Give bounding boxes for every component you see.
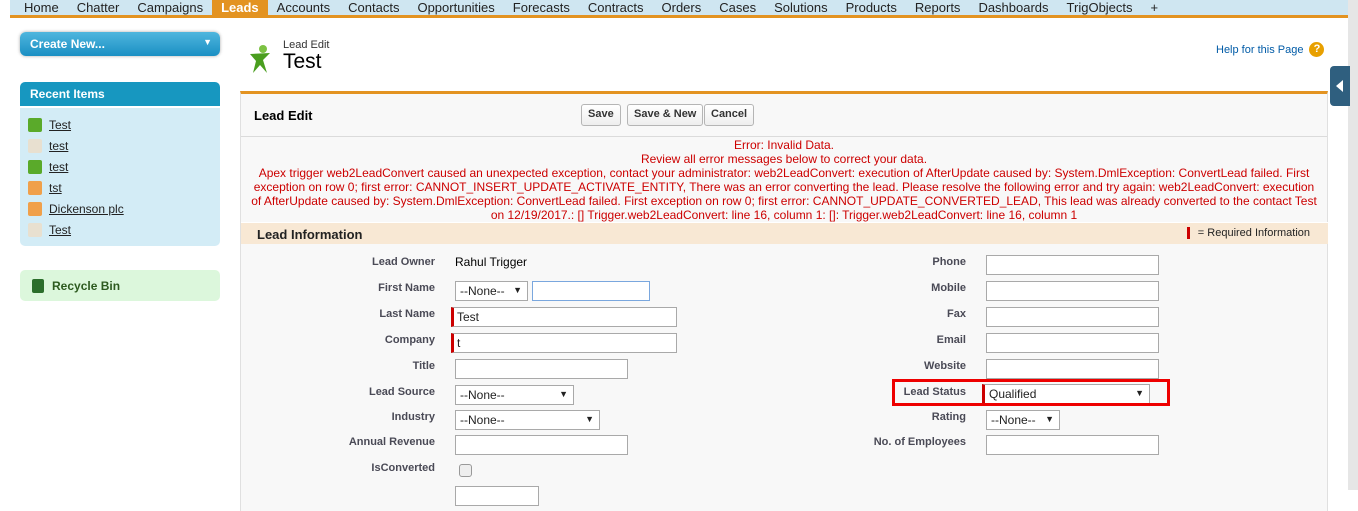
recent-item-link[interactable]: test [49, 139, 68, 153]
chevron-down-icon: ▼ [203, 37, 212, 47]
email-label: Email [936, 334, 966, 346]
account-icon [28, 180, 42, 195]
tab-opportunities[interactable]: Opportunities [408, 0, 503, 16]
first-name-input[interactable] [532, 281, 650, 301]
company-input[interactable]: t [451, 333, 677, 353]
follow-up-input[interactable] [455, 486, 539, 506]
phone-input[interactable] [986, 255, 1159, 275]
help-link[interactable]: Help for this Page? [1216, 42, 1325, 57]
lead-icon [250, 45, 270, 73]
tab-trigobjects[interactable]: TrigObjects [1058, 0, 1142, 16]
create-new-label: Create New... [30, 37, 105, 51]
recent-item-link[interactable]: test [49, 160, 68, 174]
recent-item-link[interactable]: tst [49, 181, 62, 195]
contact-icon [28, 222, 42, 237]
save-button[interactable]: Save [581, 104, 621, 126]
salutation-select[interactable]: --None-- [455, 281, 528, 301]
lead-information-section: Lead Information = Required Information [241, 222, 1328, 244]
is-converted-label: IsConverted [371, 462, 435, 474]
help-label: Help for this Page [1216, 43, 1304, 56]
account-icon [28, 201, 42, 216]
page-title: Test [283, 50, 322, 73]
mobile-input[interactable] [986, 281, 1159, 301]
recent-item-link[interactable]: Dickenson plc [49, 202, 124, 216]
tab-dashboards[interactable]: Dashboards [969, 0, 1057, 16]
sidebar-toggle-handle[interactable] [1330, 66, 1350, 106]
tab-home[interactable]: Home [10, 0, 68, 16]
recycle-bin-link[interactable]: Recycle Bin [20, 270, 220, 301]
nav-underline [10, 15, 1348, 18]
panel-title: Lead Edit [254, 108, 313, 123]
annual-revenue-input[interactable] [455, 435, 628, 455]
mobile-label: Mobile [931, 282, 966, 294]
save-new-button[interactable]: Save & New [627, 104, 704, 126]
lead-source-select[interactable]: --None-- [455, 385, 574, 405]
panel-header: Lead Edit Save Save & New Cancel [241, 94, 1327, 137]
recent-item[interactable]: Test [20, 114, 220, 135]
lead-icon [28, 117, 42, 132]
website-input[interactable] [986, 359, 1159, 379]
recent-items-title: Recent Items [20, 82, 220, 106]
error-title: Error: Invalid Data. [733, 138, 835, 152]
contact-icon [28, 138, 42, 153]
error-review: Review all error messages below to corre… [640, 152, 928, 166]
tab--[interactable]: + [1142, 0, 1168, 16]
industry-label: Industry [391, 411, 435, 423]
tab-cases[interactable]: Cases [710, 0, 765, 16]
rating-label: Rating [931, 411, 966, 423]
recent-item[interactable]: test [20, 156, 220, 177]
tab-chatter[interactable]: Chatter [68, 0, 129, 16]
lead-owner-label: Lead Owner [372, 256, 435, 268]
fax-input[interactable] [986, 307, 1159, 327]
tab-orders[interactable]: Orders [653, 0, 711, 16]
employees-input[interactable] [986, 435, 1159, 455]
title-input[interactable] [455, 359, 628, 379]
first-name-label: First Name [378, 282, 435, 294]
recent-item[interactable]: tst [20, 177, 220, 198]
lead-source-label: Lead Source [368, 386, 435, 398]
tab-campaigns[interactable]: Campaigns [128, 0, 212, 16]
fax-label: Fax [947, 308, 966, 320]
recycle-bin-icon [32, 278, 44, 293]
tab-reports[interactable]: Reports [906, 0, 970, 16]
recent-item[interactable]: Dickenson plc [20, 198, 220, 219]
employees-label: No. of Employees [873, 436, 966, 448]
cancel-button[interactable]: Cancel [704, 104, 755, 126]
recent-item[interactable]: test [20, 135, 220, 156]
recent-item[interactable]: Test [20, 219, 220, 240]
tab-solutions[interactable]: Solutions [765, 0, 836, 16]
recycle-bin-label: Recycle Bin [52, 278, 121, 293]
tab-products[interactable]: Products [837, 0, 906, 16]
email-input[interactable] [986, 333, 1159, 353]
annual-revenue-label: Annual Revenue [348, 436, 435, 448]
title-label: Title [412, 360, 435, 372]
rating-select[interactable]: --None-- [986, 410, 1060, 430]
tab-forecasts[interactable]: Forecasts [504, 0, 579, 16]
section-title: Lead Information [257, 227, 363, 242]
error-messages: Error: Invalid Data. Review all error me… [240, 138, 1328, 222]
phone-label: Phone [932, 256, 966, 268]
last-name-label: Last Name [379, 308, 435, 320]
tab-contracts[interactable]: Contracts [579, 0, 653, 16]
tab-accounts[interactable]: Accounts [268, 0, 339, 16]
lead-icon [28, 159, 42, 174]
company-label: Company [384, 334, 435, 346]
last-name-input[interactable]: Test [451, 307, 677, 327]
nav-tabs: Home Chatter Campaigns Leads Accounts Contact… [10, 0, 1348, 16]
error-detail: Apex trigger web2LeadConvert caused an u… [251, 166, 1317, 222]
tab-leads[interactable]: Leads [212, 0, 268, 16]
tab-contacts[interactable]: Contacts [339, 0, 408, 16]
is-converted-checkbox[interactable] [459, 464, 472, 477]
industry-select[interactable]: --None-- [455, 410, 600, 430]
required-note: = Required Information [1197, 227, 1310, 239]
recent-item-link[interactable]: Test [49, 223, 71, 237]
website-label: Website [924, 360, 966, 372]
lead-owner-value: Rahul Trigger [455, 255, 528, 269]
recent-item-link[interactable]: Test [49, 118, 71, 132]
required-legend: = Required Information [1186, 227, 1310, 239]
recent-items-list: Test test test tst Dickenson plc Test [20, 108, 220, 246]
lead-status-highlight [892, 379, 1170, 406]
help-icon: ? [1309, 42, 1325, 57]
create-new-button[interactable]: Create New... ▼ [20, 32, 220, 56]
